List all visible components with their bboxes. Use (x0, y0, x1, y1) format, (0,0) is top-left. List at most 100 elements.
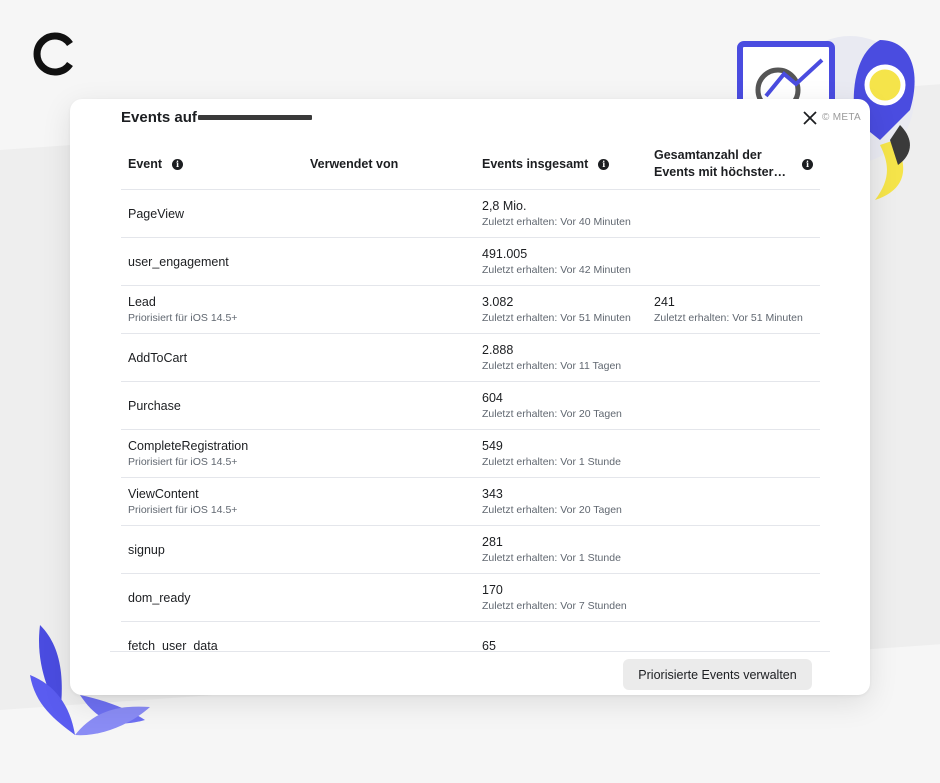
total-cell: 170 Zuletzt erhalten: Vor 7 Stunden (475, 573, 647, 622)
total-count: 2.888 (482, 343, 514, 357)
total-cell: 491.005 Zuletzt erhalten: Vor 42 Minuten (475, 237, 647, 286)
used-by-cell (303, 573, 475, 622)
manage-prioritized-events-button[interactable]: Priorisierte Events verwalten (623, 659, 812, 690)
total-last-received: Zuletzt erhalten: Vor 42 Minuten (482, 264, 631, 276)
event-cell: ViewContent Priorisiert für iOS 14.5+ (121, 477, 303, 526)
used-by-cell (303, 285, 475, 334)
total-cell: 3.082 Zuletzt erhalten: Vor 51 Minuten (475, 285, 647, 334)
info-icon[interactable]: i (172, 158, 184, 170)
events-table: Event i Verwendet von Events insgesamt i G… (121, 139, 820, 651)
table-row[interactable]: Purchase 604 Zuletzt erhalten: Vor 20 Tage… (121, 381, 820, 430)
event-cell: dom_ready (121, 573, 303, 622)
total-last-received: Zuletzt erhalten: Vor 1 Stunde (482, 552, 621, 564)
used-by-cell (303, 525, 475, 574)
table-row[interactable]: user_engagement 491.005 Zuletzt erhalten: … (121, 237, 820, 286)
event-priority-tag: Priorisiert für iOS 14.5+ (128, 456, 238, 468)
used-by-cell (303, 381, 475, 430)
total-cell: 604 Zuletzt erhalten: Vor 20 Tagen (475, 381, 647, 430)
info-icon[interactable]: i (598, 158, 610, 170)
total-count: 2,8 Mio. (482, 199, 527, 213)
event-cell: Lead Priorisiert für iOS 14.5+ (121, 285, 303, 334)
modal-title: Events auf (121, 109, 197, 126)
col-header-event[interactable]: Event i (121, 139, 303, 190)
total-count: 170 (482, 583, 503, 597)
total-count: 3.082 (482, 295, 514, 309)
col-header-used-by[interactable]: Verwendet von (303, 139, 475, 190)
event-name: signup (128, 542, 165, 557)
events-table-scroll[interactable]: Event i Verwendet von Events insgesamt i G… (121, 139, 820, 651)
total-cell: 65 (475, 621, 647, 652)
events-modal: Events auf © META Eventi Verwendet von (70, 99, 870, 695)
info-icon[interactable]: i (802, 158, 813, 170)
used-by-cell (303, 189, 475, 238)
total-last-received: Zuletzt erhalten: Vor 20 Tagen (482, 408, 622, 420)
total-count: 491.005 (482, 247, 528, 261)
event-cell: user_engagement (121, 237, 303, 286)
meta-credit: © META (822, 112, 861, 123)
event-name: PageView (128, 206, 185, 221)
table-row[interactable]: PageView 2,8 Mio. Zuletzt erhalten: Vor 40… (121, 189, 820, 238)
event-cell: CompleteRegistration Priorisiert für iOS … (121, 429, 303, 478)
used-by-cell (303, 429, 475, 478)
event-name: ViewContent (128, 487, 199, 501)
used-by-cell (303, 237, 475, 286)
total-cell: 2,8 Mio. Zuletzt erhalten: Vor 40 Minuten (475, 189, 647, 238)
table-row[interactable]: Lead Priorisiert für iOS 14.5+ 3.082 Zuletz… (121, 285, 820, 334)
total-cell: 549 Zuletzt erhalten: Vor 1 Stunde (475, 429, 647, 478)
col-header-total[interactable]: Events insgesamt i (475, 139, 647, 190)
highest-cell (647, 237, 820, 286)
total-last-received: Zuletzt erhalten: Vor 11 Tagen (482, 360, 622, 372)
event-priority-tag: Priorisiert für iOS 14.5+ (128, 504, 238, 516)
highest-cell (647, 189, 820, 238)
total-last-received: Zuletzt erhalten: Vor 7 Stunden (482, 600, 627, 612)
table-row[interactable]: dom_ready 170 Zuletzt erhalten: Vor 7 Stun… (121, 573, 820, 622)
event-cell: PageView (121, 189, 303, 238)
event-name: Lead (128, 295, 156, 309)
table-header-row: Event i Verwendet von Events insgesamt i G… (121, 139, 820, 190)
table-row[interactable]: ViewContent Priorisiert für iOS 14.5+ 343 Z… (121, 477, 820, 526)
used-by-cell (303, 333, 475, 382)
highest-cell (647, 621, 820, 651)
table-row[interactable]: signup 281 Zuletzt erhalten: Vor 1 Stunde (121, 525, 820, 574)
total-last-received: Zuletzt erhalten: Vor 1 Stunde (482, 456, 621, 468)
highest-cell (647, 525, 820, 574)
event-cell: Purchase (121, 381, 303, 430)
total-last-received: Zuletzt erhalten: Vor 20 Tagen (482, 504, 622, 516)
event-name: user_engagement (128, 254, 229, 269)
event-name: Purchase (128, 398, 181, 413)
event-name: fetch_user_data (128, 638, 218, 652)
used-by-cell (303, 621, 475, 651)
table-row[interactable]: fetch_user_data 65 (121, 621, 820, 652)
total-count: 604 (482, 391, 503, 405)
event-cell: fetch_user_data (121, 621, 303, 652)
event-cell: signup (121, 525, 303, 574)
total-last-received: Zuletzt erhalten: Vor 40 Minuten (482, 216, 631, 228)
used-by-cell (303, 477, 475, 526)
col-header-highest[interactable]: Gesamtanzahl der Events mit höchster… i (647, 139, 820, 190)
highest-cell: 241 Zuletzt erhalten: Vor 51 Minuten (647, 285, 820, 334)
highest-last-received: Zuletzt erhalten: Vor 51 Minuten (654, 312, 803, 324)
total-count: 65 (482, 638, 496, 652)
highest-cell (647, 573, 820, 622)
close-icon[interactable] (801, 109, 819, 127)
total-count: 343 (482, 487, 503, 501)
total-cell: 281 Zuletzt erhalten: Vor 1 Stunde (475, 525, 647, 574)
event-name: dom_ready (128, 590, 191, 605)
redacted-pixel-name (198, 115, 312, 120)
total-last-received: Zuletzt erhalten: Vor 51 Minuten (482, 312, 631, 324)
event-priority-tag: Priorisiert für iOS 14.5+ (128, 312, 238, 324)
event-name: AddToCart (128, 350, 188, 365)
highest-cell (647, 477, 820, 526)
event-cell: AddToCart (121, 333, 303, 382)
highest-count: 241 (654, 295, 675, 309)
highest-cell (647, 429, 820, 478)
total-cell: 343 Zuletzt erhalten: Vor 20 Tagen (475, 477, 647, 526)
total-count: 549 (482, 439, 503, 453)
logo-icon (33, 32, 73, 76)
highest-cell (647, 333, 820, 382)
table-row[interactable]: AddToCart 2.888 Zuletzt erhalten: Vor 11 T… (121, 333, 820, 382)
table-row[interactable]: CompleteRegistration Priorisiert für iOS … (121, 429, 820, 478)
event-name: CompleteRegistration (128, 439, 249, 453)
total-count: 281 (482, 535, 503, 549)
total-cell: 2.888 Zuletzt erhalten: Vor 11 Tagen (475, 333, 647, 382)
